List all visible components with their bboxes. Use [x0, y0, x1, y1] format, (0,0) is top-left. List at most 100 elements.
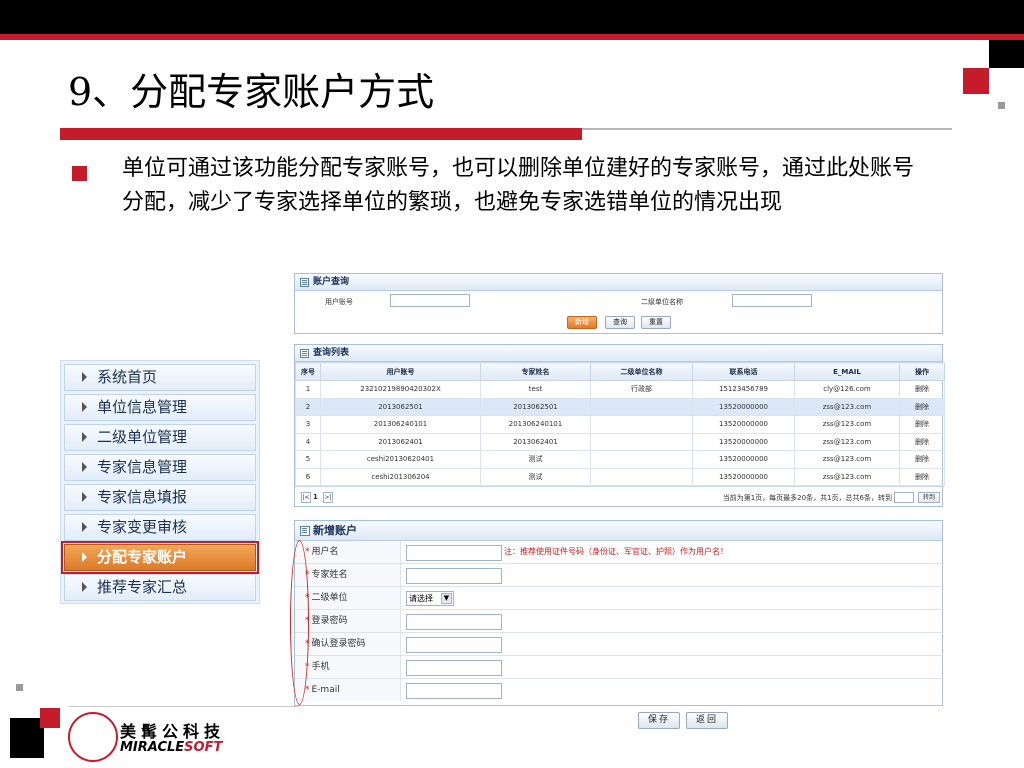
sidebar-item-expert-report[interactable]: 专家信息填报	[64, 484, 256, 511]
column-header: 用户账号	[320, 362, 481, 381]
delete-link[interactable]: 删除	[899, 415, 945, 434]
column-header: E_MAIL	[794, 362, 900, 381]
table-row[interactable]: 2 2013062501 2013062501 13520000000 zss@…	[295, 397, 945, 416]
query-list-panel: 查询列表 序号 用户账号 专家姓名 二级单位名称 联系电话 E_MAIL 操作 …	[294, 344, 945, 507]
delete-link[interactable]: 删除	[899, 467, 945, 486]
cell-index: 4	[295, 432, 321, 451]
save-button[interactable]: 保存	[638, 712, 680, 729]
cell-sub-unit: 行政部	[590, 380, 693, 399]
delete-link[interactable]: 删除	[899, 432, 945, 451]
triangle-right-icon	[82, 432, 87, 442]
required-asterisk: *	[305, 547, 310, 557]
cell-email: zss@123.com	[794, 415, 900, 434]
sidebar-item-sub-unit[interactable]: 二级单位管理	[64, 424, 256, 451]
form-row-password: * 登录密码	[295, 610, 944, 633]
expert-name-input[interactable]	[406, 568, 502, 584]
cell-expert-name: 2013062401	[480, 432, 591, 451]
cell-account: ceshi20130620401	[320, 450, 481, 469]
table-row[interactable]: 6 ceshi201306204 测试 13520000000 zss@123.…	[295, 467, 945, 486]
mobile-input[interactable]	[406, 660, 502, 676]
triangle-right-icon	[82, 462, 87, 472]
last-page-button[interactable]: >|	[323, 492, 333, 503]
cell-phone: 13520000000	[692, 397, 795, 416]
sidebar-item-assign-account[interactable]: 分配专家账户	[61, 541, 259, 574]
cell-email: cly@126.com	[794, 380, 900, 399]
confirm-password-input[interactable]	[406, 637, 502, 653]
panel-header: 新增账户	[295, 521, 942, 541]
table-row[interactable]: 3 201306240101 201306240101 13520000000 …	[295, 415, 945, 434]
cell-account: ceshi201306204	[320, 467, 481, 486]
cell-index: 3	[295, 415, 321, 434]
cell-email: zss@123.com	[794, 467, 900, 486]
form-row-confirm-password: * 确认登录密码	[295, 633, 944, 656]
column-header: 专家姓名	[480, 362, 591, 381]
cell-expert-name: 2013062501	[480, 397, 591, 416]
goto-page-input[interactable]	[894, 492, 914, 503]
panel-header: 账户查询	[295, 274, 942, 291]
search-button[interactable]: 查询	[605, 316, 635, 329]
reset-button[interactable]: 重置	[641, 316, 671, 329]
corner-gray-dot	[998, 102, 1005, 109]
sidebar-item-expert-info[interactable]: 专家信息管理	[64, 454, 256, 481]
cell-expert-name: 201306240101	[480, 415, 591, 434]
back-button[interactable]: 返回	[686, 712, 728, 729]
sidebar-item-unit-info[interactable]: 单位信息管理	[64, 394, 256, 421]
cell-email: zss@123.com	[794, 397, 900, 416]
delete-link[interactable]: 删除	[899, 380, 945, 399]
username-input[interactable]	[406, 545, 502, 561]
email-input[interactable]	[406, 683, 502, 699]
table-row[interactable]: 4 2013062401 2013062401 13520000000 zss@…	[295, 432, 945, 451]
sub-unit-name-label: 二级单位名称	[641, 298, 683, 306]
username-hint: 注：推荐使用证件号码（身份证、军官证、护照）作为用户名！	[504, 547, 728, 556]
required-asterisk: *	[305, 685, 310, 695]
logo-english-name: MIRACLESOFT	[120, 740, 223, 755]
sub-unit-select[interactable]: 请选择 ▼	[406, 591, 454, 606]
table-row[interactable]: 1 23210219890420302X test 行政部 1512345678…	[295, 380, 945, 399]
corner-red-square	[40, 708, 60, 728]
current-page-number: 1	[313, 493, 318, 501]
panel-title: 新增账户	[313, 524, 357, 537]
company-logo: 美髯公科技 MIRACLESOFT	[66, 708, 236, 766]
sidebar-item-label: 专家变更审核	[97, 518, 188, 536]
cell-phone: 13520000000	[692, 450, 795, 469]
sidebar-item-recommend-summary[interactable]: 推荐专家汇总	[64, 574, 256, 601]
user-account-input[interactable]	[390, 294, 470, 307]
form-row-expert-name: * 专家姓名	[295, 564, 944, 587]
field-label: * 用户名	[295, 541, 401, 563]
cell-account: 2013062401	[320, 432, 481, 451]
column-header: 序号	[295, 362, 321, 381]
cell-email: zss@123.com	[794, 450, 900, 469]
required-fields-highlight-ellipse	[290, 540, 309, 705]
delete-link[interactable]: 删除	[899, 450, 945, 469]
field-label: * 专家姓名	[295, 564, 401, 586]
sidebar-item-label: 推荐专家汇总	[97, 578, 188, 596]
top-black-band	[0, 0, 1024, 34]
sub-unit-name-input[interactable]	[732, 294, 812, 307]
field-label: * 确认登录密码	[295, 633, 401, 655]
table-row[interactable]: 5 ceshi20130620401 测试 13520000000 zss@12…	[295, 450, 945, 469]
field-label: * E-mail	[295, 679, 401, 701]
sidebar-item-label: 分配专家账户	[97, 548, 188, 566]
form-row-email: * E-mail	[295, 679, 944, 702]
cell-sub-unit	[590, 450, 693, 469]
add-button[interactable]: 新增	[567, 316, 597, 329]
corner-black-square	[989, 40, 1024, 68]
logo-chinese-name: 美髯公科技	[120, 722, 226, 741]
delete-link[interactable]: 删除	[899, 397, 945, 416]
cell-account: 23210219890420302X	[320, 380, 481, 399]
corner-gray-dot	[16, 684, 23, 691]
panel-title: 账户查询	[313, 277, 350, 287]
password-input[interactable]	[406, 614, 502, 630]
form-row-username: * 用户名 注：推荐使用证件号码（身份证、军官证、护照）作为用户名！	[295, 541, 944, 564]
title-underline-red	[60, 128, 582, 140]
cell-account: 201306240101	[320, 415, 481, 434]
cell-sub-unit	[590, 467, 693, 486]
account-query-panel: 账户查询 用户账号 二级单位名称 新增 查询 重置	[294, 273, 943, 334]
document-icon	[300, 349, 309, 358]
column-header: 操作	[899, 362, 945, 381]
table-header-row: 序号 用户账号 专家姓名 二级单位名称 联系电话 E_MAIL 操作	[295, 362, 945, 381]
sidebar-item-home[interactable]: 系统首页	[64, 364, 256, 391]
first-page-button[interactable]: |<	[301, 492, 311, 503]
goto-page-button[interactable]: 转到	[918, 492, 940, 503]
sidebar-item-expert-review[interactable]: 专家变更审核	[64, 514, 256, 541]
